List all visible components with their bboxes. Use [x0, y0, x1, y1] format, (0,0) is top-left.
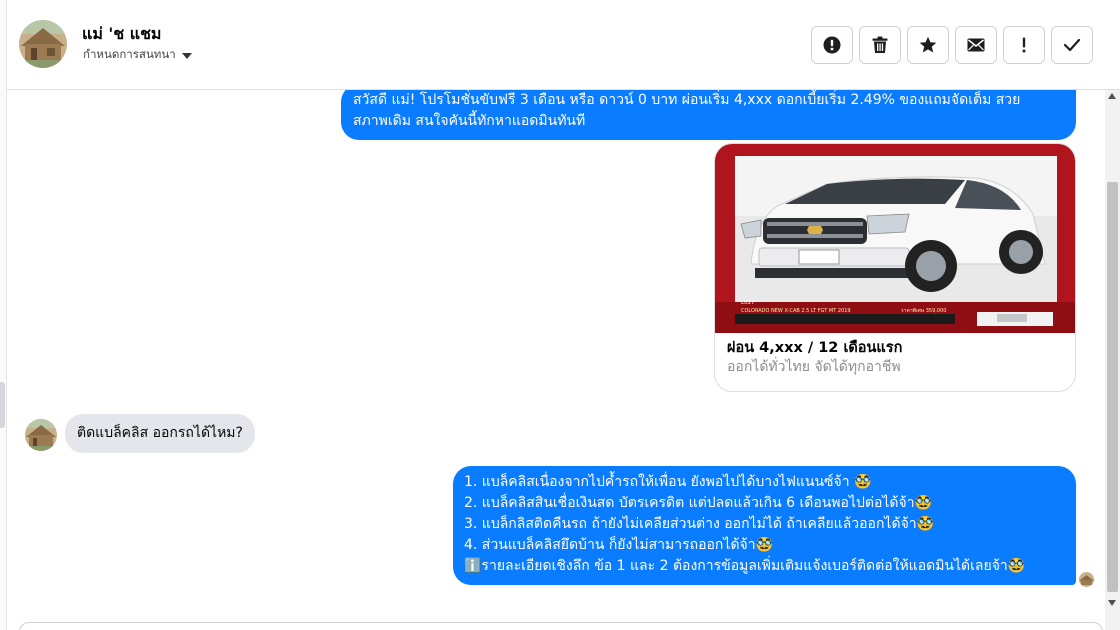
message-composer[interactable]: [19, 622, 1103, 630]
message-thread[interactable]: สวัสดี แม่! โปรโมชั่นขับฟรี 3 เดือน หรือ…: [7, 90, 1105, 630]
seen-receipt-avatar: [1079, 572, 1094, 587]
chat-scrollbar[interactable]: [1105, 90, 1120, 630]
conversation-header: แม่ 'ช แชม กำหนดการสนทนา: [7, 0, 1120, 90]
caret-down-icon: [181, 52, 192, 59]
star-button[interactable]: [907, 26, 949, 64]
mark-done-button[interactable]: [1051, 26, 1093, 64]
report-button[interactable]: [811, 26, 853, 64]
conversation-settings-label: กำหนดการสนทนา: [83, 47, 176, 61]
panel-resize-handle[interactable]: [0, 382, 5, 428]
scrollbar-thumb[interactable]: [1107, 182, 1118, 592]
contact-avatar[interactable]: [19, 20, 67, 68]
outgoing-message-answer[interactable]: 1. แบล็คลิสเนื่องจากไปค้ำรถให้เพื่อน ยัง…: [453, 466, 1076, 585]
star-icon: [919, 36, 937, 53]
card-subtitle: ออกได้ทั่วไทย จัดได้ทุกอาชีพ: [727, 359, 901, 375]
delete-button[interactable]: [859, 26, 901, 64]
car-photo: L027 COLORADO NEW X-CAB 2.5 LT FGT MT 20…: [715, 144, 1075, 333]
left-panel-edge: [0, 0, 7, 630]
outgoing-message-promo[interactable]: สวัสดี แม่! โปรโมชั่นขับฟรี 3 เดือน หรือ…: [341, 90, 1076, 140]
message-line: 4. ส่วนแบล็คลิสยึดบ้าน ก็ยังไม่สามารถออก…: [464, 537, 774, 553]
messenger-window: แม่ 'ช แชม กำหนดการสนทนา สวัสดี แม่! โปร…: [0, 0, 1120, 630]
mark-unread-button[interactable]: [955, 26, 997, 64]
spam-button[interactable]: [1003, 26, 1045, 64]
checkmark-icon: [1063, 38, 1081, 52]
product-card[interactable]: L027 COLORADO NEW X-CAB 2.5 LT FGT MT 20…: [714, 143, 1076, 392]
exclamation-icon: [1022, 37, 1026, 53]
conversation-settings-dropdown[interactable]: กำหนดการสนทนา: [83, 46, 192, 64]
car-code-label: L027: [741, 300, 755, 306]
car-model-caption: COLORADO NEW X-CAB 2.5 LT FGT MT 2019: [741, 308, 851, 314]
scroll-down-arrow-icon[interactable]: [1108, 600, 1116, 606]
message-line: สวัสดี แม่! โปรโมชั่นขับฟรี 3 เดือน หรือ…: [353, 92, 1021, 108]
contact-name[interactable]: แม่ 'ช แชม: [82, 22, 161, 47]
trash-icon: [872, 36, 888, 53]
message-line: 1. แบล็คลิสเนื่องจากไปค้ำรถให้เพื่อน ยัง…: [464, 474, 872, 490]
alert-circle-icon: [823, 36, 841, 54]
message-line: 3. แบล็กลิสติดคืนรถ ถ้ายังไม่เคลียส่วนต่…: [464, 516, 935, 532]
incoming-message[interactable]: ติดแบล็คลิส ออกรถได้ไหม?: [65, 414, 255, 453]
envelope-icon: [967, 38, 985, 52]
message-line: สภาพเดิม สนใจคันนี้ทักหาแอดมินทันที: [353, 113, 586, 129]
scroll-up-arrow-icon[interactable]: [1108, 93, 1116, 99]
conversation-toolbar: [811, 26, 1093, 64]
sender-avatar[interactable]: [25, 419, 57, 451]
message-line: 2. แบล็คลิสสินเชื่อเงินสด บัตรเครดิต แต่…: [464, 495, 933, 511]
car-price-caption: ราคาพิเศษ 359,000: [901, 307, 946, 314]
message-line: ℹ️รายละเอียดเชิงลึก ข้อ 1 และ 2 ต้องการข…: [464, 558, 1026, 574]
